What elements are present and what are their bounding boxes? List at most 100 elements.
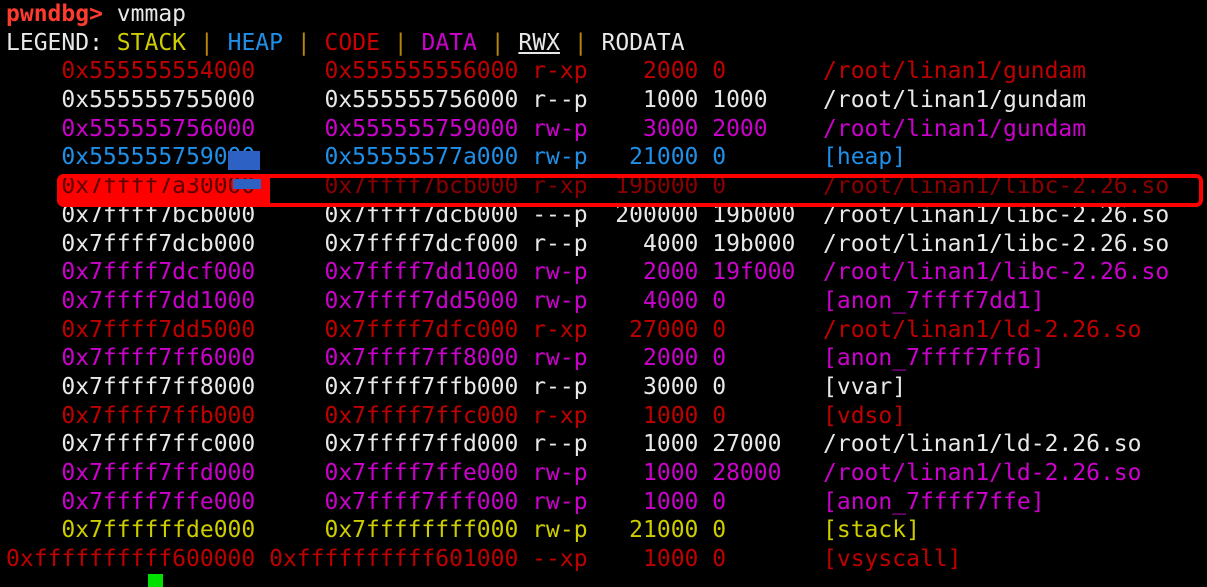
row-permissions: rw-p (518, 460, 588, 486)
row-permissions: r--p (518, 373, 588, 400)
table-row[interactable]: 0x7ffff7dd1000 0x7ffff7dd5000 rw-p 4000 … (0, 287, 1207, 316)
row-size: 3000 (587, 115, 699, 142)
row-start-address: 0x7ffff7ffb000 (6, 402, 256, 429)
row-permissions: rw-p (518, 345, 588, 372)
row-start-address: 0x7ffffffde000 (6, 517, 256, 544)
table-row[interactable]: 0x7ffff7ffb000 0x7ffff7ffc000 r-xp 1000 … (0, 402, 1207, 431)
row-permissions: --xp (518, 546, 588, 573)
row-offset: 19b000 (698, 201, 810, 228)
row-permissions: rw-p (518, 259, 588, 286)
row-end-address: 0x7ffff7ffc000 (255, 402, 519, 429)
table-row[interactable]: 0x7ffff7ff6000 0x7ffff7ff8000 rw-p 2000 … (0, 344, 1207, 373)
row-end-address: 0x7ffffffff000 (255, 517, 519, 544)
row-offset: 0 (698, 402, 810, 429)
row-start-address: 0x7ffff7ff6000 (6, 345, 256, 372)
row-size: 4000 (587, 230, 699, 257)
legend-label: LEGEND: (6, 29, 103, 56)
table-row[interactable]: 0x7ffff7ffc000 0x7ffff7ffd000 r--p 1000 … (0, 430, 1207, 459)
row-offset: 1000 (698, 87, 810, 114)
row-start-address: 0x7ffff7dcf000 (6, 259, 256, 286)
row-start-address: 0x7ffff7a30000 (6, 173, 256, 200)
row-objfile: /root/linan1/ld-2.26.so (809, 431, 1142, 458)
row-offset: 0 (698, 517, 810, 544)
table-row[interactable]: 0x555555755000 0x555555756000 r--p 1000 … (0, 86, 1207, 115)
row-start-address: 0x555555554000 (6, 58, 256, 85)
row-start-address: 0x7ffff7ffd000 (6, 460, 256, 486)
legend-gap (103, 30, 117, 56)
legend-item-rwx: RWX (518, 29, 560, 56)
row-objfile: [anon_7ffff7ffe] (809, 488, 1045, 515)
row-offset: 19f000 (698, 259, 810, 286)
row-offset: 0 (698, 58, 810, 85)
row-start-address: 0x7ffff7dcb000 (6, 230, 256, 257)
legend-separator-3: | (379, 29, 422, 56)
row-start-address: 0x7ffff7ffc000 (6, 431, 256, 458)
row-offset: 2000 (698, 115, 810, 142)
legend-item-heap: HEAP (227, 29, 283, 56)
row-objfile: /root/linan1/gundam (809, 87, 1087, 114)
row-size: 4000 (587, 287, 699, 314)
row-size: 3000 (587, 373, 699, 400)
table-row[interactable]: 0x7ffff7a30000 0x7ffff7bcb000 r-xp 19b00… (0, 172, 1207, 201)
row-offset: 0 (698, 345, 810, 372)
row-permissions: rw-p (518, 488, 588, 515)
row-size: 2000 (587, 58, 699, 85)
row-permissions: rw-p (518, 144, 588, 171)
row-start-address: 0x555555756000 (6, 115, 256, 142)
row-end-address: 0x555555759000 (255, 115, 519, 142)
row-permissions: ---p (518, 201, 588, 228)
row-end-address: 0xffffffffff601000 (255, 546, 519, 573)
row-size: 1000 (587, 460, 699, 486)
row-start-address: 0x7ffff7dd1000 (6, 287, 256, 314)
table-row[interactable]: 0x555555554000 0x555555556000 r-xp 2000 … (0, 57, 1207, 86)
row-offset: 0 (698, 316, 810, 343)
row-offset: 0 (698, 173, 810, 200)
table-row[interactable]: 0x555555756000 0x555555759000 rw-p 3000 … (0, 115, 1207, 144)
table-row[interactable]: 0x7ffff7dcf000 0x7ffff7dd1000 rw-p 2000 … (0, 258, 1207, 287)
table-row[interactable]: 0xffffffffff600000 0xffffffffff601000 --… (0, 545, 1207, 574)
vmmap-table: 0x555555554000 0x555555556000 r-xp 2000 … (0, 57, 1207, 573)
row-objfile: /root/linan1/libc-2.26.so (809, 201, 1170, 228)
row-offset: 0 (698, 373, 810, 400)
table-row[interactable]: 0x555555759000 0x55555577a000 rw-p 21000… (0, 143, 1207, 172)
table-row[interactable]: 0x7ffff7dd5000 0x7ffff7dfc000 r-xp 27000… (0, 316, 1207, 345)
table-row[interactable]: 0x7ffff7dcb000 0x7ffff7dcf000 r--p 4000 … (0, 230, 1207, 259)
row-objfile: /root/linan1/libc-2.26.so (809, 230, 1170, 257)
row-objfile: /root/linan1/libc-2.26.so (809, 173, 1170, 200)
row-objfile: /root/linan1/ld-2.26.so (809, 316, 1142, 343)
row-start-address: 0x555555759000 (6, 144, 256, 171)
row-size: 19b000 (587, 173, 699, 200)
legend-separator-4: | (476, 29, 519, 56)
row-size: 2000 (587, 345, 699, 372)
row-offset: 0 (698, 144, 810, 171)
pwndbg-prompt: pwndbg> (6, 1, 103, 27)
table-row[interactable]: 0x7ffffffde000 0x7ffffffff000 rw-p 21000… (0, 516, 1207, 545)
row-objfile: [vvar] (809, 373, 907, 400)
row-permissions: r--p (518, 230, 588, 257)
row-size: 21000 (587, 517, 699, 544)
row-end-address: 0x7ffff7bcb000 (255, 173, 519, 200)
row-permissions: r-xp (518, 316, 588, 343)
table-row[interactable]: 0x7ffff7ffe000 0x7ffff7fff000 rw-p 1000 … (0, 488, 1207, 517)
terminal-cursor (148, 574, 163, 587)
table-row[interactable]: 0x7ffff7ff8000 0x7ffff7ffb000 r--p 3000 … (0, 373, 1207, 402)
row-size: 21000 (587, 144, 699, 171)
row-size: 27000 (587, 316, 699, 343)
row-objfile: [vdso] (809, 402, 907, 429)
terminal-window[interactable]: pwndbg> vmmap LEGEND: STACK | HEAP | COD… (0, 0, 1207, 587)
row-objfile: /root/linan1/gundam (809, 58, 1087, 85)
row-offset: 27000 (698, 431, 810, 458)
row-size: 1000 (587, 87, 699, 114)
row-permissions: rw-p (518, 115, 588, 142)
row-end-address: 0x55555577a000 (255, 144, 519, 171)
row-permissions: rw-p (518, 287, 588, 314)
row-objfile: /root/linan1/libc-2.26.so (809, 259, 1170, 286)
table-row[interactable]: 0x7ffff7ffd000 0x7ffff7ffe000 rw-p 1000 … (0, 459, 1207, 488)
row-start-address: 0x7ffff7ff8000 (6, 373, 256, 400)
row-permissions: r-xp (518, 402, 588, 429)
row-end-address: 0x7ffff7ffe000 (255, 460, 519, 486)
row-permissions: r-xp (518, 58, 588, 85)
row-objfile: [anon_7ffff7ff6] (809, 345, 1045, 372)
legend-separator-2: | (282, 29, 325, 56)
